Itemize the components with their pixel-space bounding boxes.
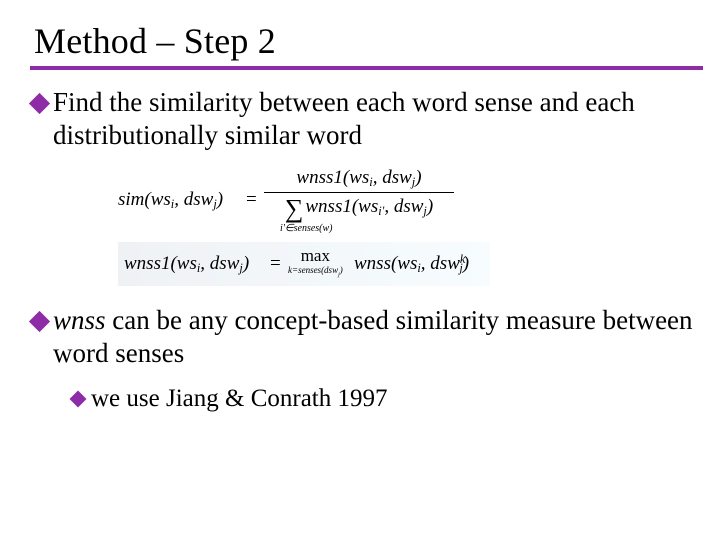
- eq1-lhs: sim(wsi, dswj): [118, 188, 223, 212]
- equation-2: wnss1(wsi, dswj) = max k=senses(dswj) wn…: [118, 242, 490, 286]
- bullet-2-sub: we use Jiang & Conrath 1997: [72, 384, 702, 415]
- slide-body: Find the similarity between each word se…: [30, 86, 702, 414]
- eq2-equals: =: [270, 252, 281, 275]
- equations: sim(wsi, dswj) = wnss1(wsi, dswj) ∑wnss1…: [118, 166, 702, 286]
- bullet-2-sub-text: we use Jiang & Conrath 1997: [91, 384, 387, 415]
- eq1-numerator: wnss1(wsi, dswj): [264, 166, 454, 192]
- diamond-icon: [70, 390, 87, 407]
- title-underline: [30, 66, 703, 70]
- diamond-icon: [29, 93, 50, 114]
- eq2-max: max k=senses(dswj): [288, 246, 343, 279]
- bullet-2-lead: wnss: [53, 305, 106, 335]
- eq2-lhs: wnss1(wsi, dswj): [124, 252, 249, 276]
- equation-1: sim(wsi, dswj) = wnss1(wsi, dswj) ∑wnss1…: [118, 166, 458, 232]
- slide: Method – Step 2 Find the similarity betw…: [0, 0, 720, 540]
- bullet-1: Find the similarity between each word se…: [32, 86, 702, 152]
- bullet-2-text: wnss can be any concept-based similarity…: [53, 304, 702, 370]
- bullet-2: wnss can be any concept-based similarity…: [32, 304, 702, 370]
- eq1-fraction: wnss1(wsi, dswj) ∑wnss1(wsi', dswj) i'∈s…: [264, 166, 454, 225]
- eq1-equals: =: [246, 188, 257, 211]
- bullet-2-rest: can be any concept-based similarity meas…: [53, 305, 693, 368]
- eq1-sum-sub: i'∈senses(w): [280, 223, 333, 235]
- slide-title: Method – Step 2: [34, 20, 702, 62]
- bullet-1-text: Find the similarity between each word se…: [53, 86, 702, 152]
- diamond-icon: [29, 311, 50, 332]
- eq2-rhs: wnss(wsi, dswkj): [354, 252, 469, 276]
- eq1-denominator: ∑wnss1(wsi', dswj) i'∈senses(w): [264, 192, 454, 225]
- eq2-max-sub: k=senses(dswj): [288, 265, 343, 279]
